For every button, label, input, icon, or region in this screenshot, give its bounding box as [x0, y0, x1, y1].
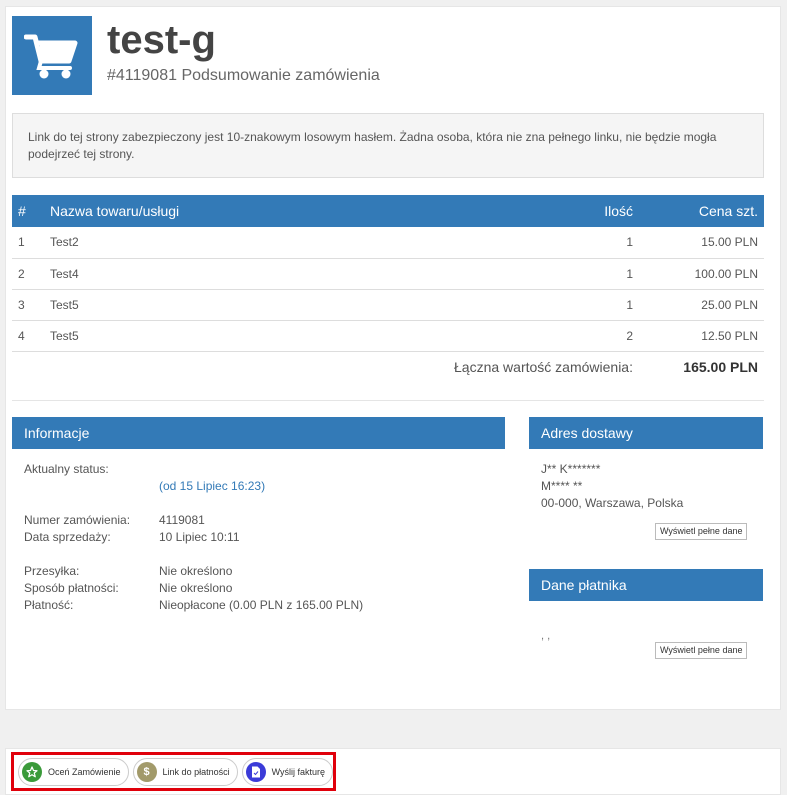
rate-order-label: Oceń Zamówienie — [48, 766, 121, 777]
table-row: 4 Test5 2 12.50 PLN — [12, 320, 764, 352]
sale-date-label: Data sprzedaży: — [24, 530, 111, 544]
send-invoice-label: Wyślij fakturę — [271, 766, 326, 777]
section-divider — [12, 400, 764, 401]
total-value: 165.00 PLN — [683, 358, 758, 375]
row-qty: 1 — [549, 258, 639, 290]
row-num: 3 — [12, 289, 44, 321]
delivery-line-name: J** K******* — [541, 462, 601, 476]
shipping-label: Przesyłka: — [24, 564, 80, 578]
action-buttons-highlight: Oceń Zamówienie $ Link do płatności Wyśl… — [11, 752, 336, 791]
shipping-value: Nie określono — [159, 564, 233, 578]
row-num: 2 — [12, 258, 44, 290]
column-header-num: # — [12, 195, 44, 227]
delivery-line-city: 00-000, Warszawa, Polska — [541, 496, 684, 510]
row-name: Test4 — [44, 258, 549, 290]
order-items-table: # Nazwa towaru/usługi Ilość Cena szt. 1 … — [12, 195, 764, 382]
row-qty: 1 — [549, 289, 639, 321]
row-qty: 2 — [549, 320, 639, 352]
row-qty: 1 — [549, 227, 639, 259]
show-full-payer-button[interactable]: Wyświetl pełne dane — [655, 642, 748, 659]
row-num: 4 — [12, 320, 44, 352]
shop-name: test-g — [107, 18, 216, 62]
payment-link-label: Link do płatności — [162, 766, 230, 777]
show-full-address-button[interactable]: Wyświetl pełne dane — [655, 523, 748, 540]
delivery-address: J** K******* M**** ** 00-000, Warszawa, … — [541, 461, 683, 512]
total-row: Łączna wartość zamówienia: 165.00 PLN — [12, 351, 764, 382]
column-header-price: Cena szt. — [639, 195, 764, 227]
dollar-icon: $ — [136, 761, 157, 782]
payment-method-value: Nie określono — [159, 581, 233, 595]
order-number-label: Numer zamówienia: — [24, 513, 131, 527]
payment-value: Nieopłacone (0.00 PLN z 165.00 PLN) — [159, 598, 364, 612]
info-panel-body: Aktualny status: (od 15 Lipiec 16:23) Nu… — [24, 461, 363, 614]
table-header-row: # Nazwa towaru/usługi Ilość Cena szt. — [12, 195, 764, 227]
column-header-qty: Ilość — [549, 195, 639, 227]
send-invoice-button[interactable]: Wyślij fakturę — [241, 757, 334, 786]
table-row: 2 Test4 1 100.00 PLN — [12, 258, 764, 290]
info-panel-title: Informacje — [12, 417, 505, 449]
status-label: Aktualny status: — [24, 462, 109, 476]
row-name: Test5 — [44, 320, 549, 352]
row-num: 1 — [12, 227, 44, 259]
payer-details: , , — [541, 630, 551, 642]
security-notice: Link do tej strony zabezpieczony jest 10… — [12, 113, 764, 178]
order-number-value: 4119081 — [159, 513, 205, 527]
document-icon — [245, 761, 266, 782]
shop-logo — [12, 16, 92, 95]
table-row: 3 Test5 1 25.00 PLN — [12, 289, 764, 321]
row-name: Test2 — [44, 227, 549, 259]
row-price: 15.00 PLN — [639, 227, 764, 259]
status-date: (od 15 Lipiec 16:23) — [159, 479, 266, 493]
delivery-line-street: M**** ** — [541, 479, 583, 493]
payment-method-label: Sposób płatności: — [24, 581, 119, 595]
column-header-name: Nazwa towaru/usługi — [44, 195, 549, 227]
shopping-cart-icon — [24, 34, 78, 78]
row-price: 12.50 PLN — [639, 320, 764, 352]
rate-order-button[interactable]: Oceń Zamówienie — [18, 757, 129, 786]
total-label: Łączna wartość zamówienia: — [454, 358, 633, 375]
payment-link-button[interactable]: $ Link do płatności — [132, 757, 238, 786]
payer-panel-title: Dane płatnika — [529, 569, 763, 601]
row-name: Test5 — [44, 289, 549, 321]
payment-label: Płatność: — [24, 598, 74, 612]
table-row: 1 Test2 1 15.00 PLN — [12, 227, 764, 259]
delivery-panel-title: Adres dostawy — [529, 417, 763, 449]
row-price: 100.00 PLN — [639, 258, 764, 290]
sale-date-value: 10 Lipiec 10:11 — [159, 530, 240, 544]
page-subtitle: #4119081 Podsumowanie zamówienia — [107, 67, 380, 84]
row-price: 25.00 PLN — [639, 289, 764, 321]
star-icon — [22, 761, 42, 782]
